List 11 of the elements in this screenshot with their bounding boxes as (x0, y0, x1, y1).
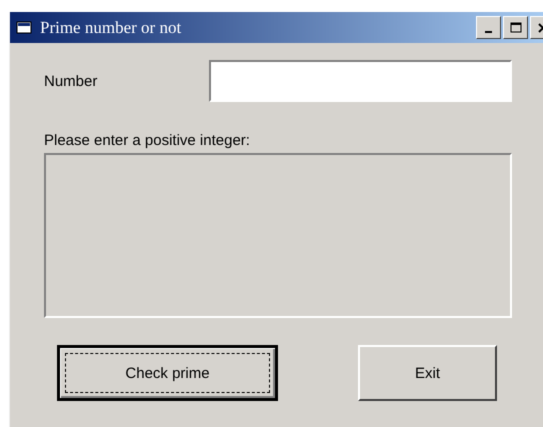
minimize-icon (485, 30, 492, 32)
exit-button[interactable]: Exit (358, 345, 497, 401)
maximize-icon (510, 22, 522, 33)
check-button[interactable]: Check prime (57, 345, 278, 401)
window-title: Prime number or not (40, 18, 182, 38)
prompt-label: Please enter a positive integer: (44, 132, 251, 149)
number-field[interactable] (209, 60, 512, 102)
number-label: Number (44, 72, 98, 90)
maximize-button[interactable] (503, 16, 528, 39)
app-icon (16, 20, 34, 36)
minimize-button[interactable] (476, 16, 501, 39)
